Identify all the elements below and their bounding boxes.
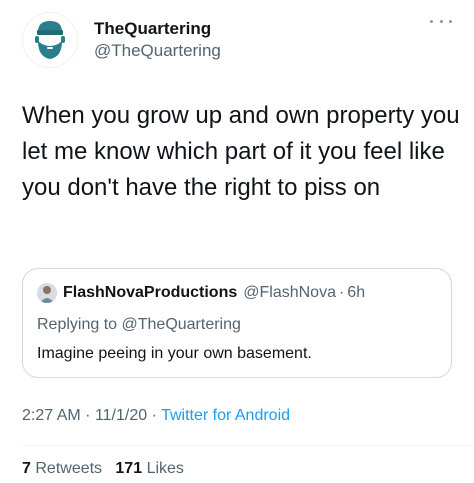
more-options-icon[interactable] (430, 14, 452, 28)
divider (22, 445, 474, 446)
tweet-date[interactable]: 11/1/20 (95, 407, 147, 424)
quoted-tweet-header: FlashNovaProductions @FlashNova · 6h (37, 283, 365, 303)
separator-dot: · (151, 407, 157, 424)
tweet-header: TheQuartering @TheQuartering (22, 12, 454, 70)
replying-to-mention[interactable]: @TheQuartering (122, 316, 241, 333)
person-avatar-icon (37, 283, 57, 303)
author-handle[interactable]: @TheQuartering (94, 40, 221, 62)
retweets-stat[interactable]: 7 Retweets (22, 460, 102, 477)
more-dot (430, 19, 433, 23)
quoted-author-handle: @FlashNova (243, 284, 336, 301)
replying-prefix: Replying to (37, 316, 118, 333)
retweets-label: Retweets (35, 460, 103, 477)
separator-dot: · (338, 284, 345, 301)
separator-dot: · (85, 407, 91, 424)
more-dot (449, 19, 452, 23)
quoted-tweet-card[interactable]: FlashNovaProductions @FlashNova · 6h Rep… (22, 268, 452, 378)
tweet-meta: 2:27 AM · 11/1/20 · Twitter for Android (22, 407, 290, 425)
author-avatar[interactable] (22, 12, 78, 68)
replying-to-line: Replying to @TheQuartering (37, 316, 241, 334)
likes-count: 171 (115, 460, 143, 477)
likes-stat[interactable]: 171 Likes (115, 460, 184, 477)
likes-label: Likes (146, 460, 184, 477)
quoted-author-avatar (37, 283, 57, 303)
tweet-source-link[interactable]: Twitter for Android (161, 407, 290, 424)
bearded-man-beanie-icon (35, 21, 65, 59)
tweet-text: When you grow up and own property you le… (22, 102, 460, 201)
tweet-time[interactable]: 2:27 AM (22, 407, 81, 424)
tweet-stats: 7 Retweets 171 Likes (22, 460, 184, 478)
retweets-count: 7 (22, 460, 31, 477)
quoted-tweet-time: 6h (347, 284, 366, 301)
more-dot (439, 19, 443, 23)
quoted-author-display-name: FlashNovaProductions (63, 284, 238, 301)
quoted-tweet-text: Imagine peeing in your own basement. (37, 345, 312, 362)
author-names: TheQuartering @TheQuartering (94, 18, 221, 62)
author-display-name[interactable]: TheQuartering (94, 18, 221, 40)
